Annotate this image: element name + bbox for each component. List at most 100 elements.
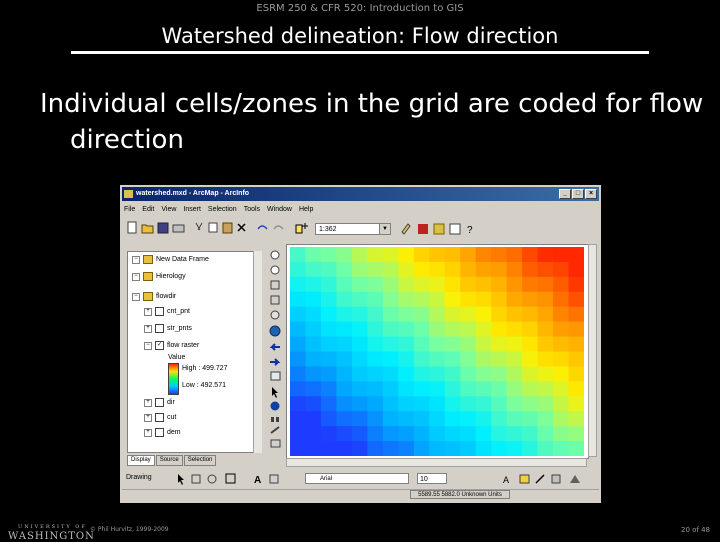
hyperlink-icon[interactable] [270, 439, 281, 448]
full-extent-icon[interactable] [269, 325, 281, 337]
grid-cell [537, 291, 554, 308]
menu-tools[interactable]: Tools [244, 204, 260, 216]
expand-toggle[interactable]: + [144, 307, 152, 316]
shadow-color-icon[interactable] [570, 475, 580, 483]
rectangle-icon[interactable] [225, 473, 236, 484]
identify-icon[interactable] [270, 401, 280, 411]
menu-window[interactable]: Window [267, 204, 292, 216]
print-icon[interactable] [172, 224, 185, 233]
tools-toolbar [269, 250, 281, 448]
open-folder-icon[interactable] [141, 224, 154, 234]
expand-toggle[interactable]: + [144, 428, 152, 437]
expand-toggle[interactable]: − [132, 292, 140, 301]
toc-item[interactable]: − New Data Frame [132, 255, 209, 264]
tab-selection[interactable]: Selection [183, 455, 217, 466]
layer-visibility-checkbox[interactable]: ✓ [155, 341, 164, 350]
expand-toggle[interactable]: − [144, 341, 152, 350]
back-extent-icon[interactable] [269, 343, 280, 351]
command-line-icon[interactable] [449, 223, 461, 235]
delete-icon[interactable] [237, 223, 246, 232]
select-elements-draw-icon[interactable] [178, 474, 184, 485]
font-name-dropdown[interactable]: Arial [305, 473, 409, 484]
toc-item[interactable]: High : 499.727 [182, 365, 228, 372]
add-data-icon[interactable] [295, 223, 308, 234]
toc-item[interactable]: + str_pnts [144, 324, 192, 333]
map-horizontal-scrollbar[interactable] [286, 458, 587, 467]
fixed-zoom-out-icon[interactable] [270, 295, 280, 305]
toc-item[interactable]: − Hierology [132, 272, 186, 281]
toc-item[interactable]: Value [168, 354, 185, 361]
help-icon[interactable]: ? [467, 225, 473, 236]
paste-icon[interactable] [222, 222, 233, 234]
menu-edit[interactable]: Edit [142, 204, 154, 216]
flow-direction-grid[interactable] [290, 247, 584, 456]
layer-visibility-checkbox[interactable] [155, 324, 164, 333]
expand-toggle[interactable]: + [144, 398, 152, 407]
toc-item[interactable]: + dem [144, 428, 181, 437]
maximize-button[interactable]: □ [572, 189, 584, 199]
save-icon[interactable] [157, 222, 169, 234]
fill-color-icon[interactable] [519, 474, 530, 484]
menu-insert[interactable]: Insert [183, 204, 201, 216]
grid-cell [320, 441, 337, 456]
grid-cell [429, 411, 446, 427]
toc-item[interactable]: + dir [144, 398, 175, 407]
layer-visibility-checkbox[interactable] [155, 428, 164, 437]
expand-toggle[interactable]: + [144, 413, 152, 422]
zoom-in-icon[interactable] [270, 250, 280, 260]
layer-visibility-checkbox[interactable] [155, 307, 164, 316]
close-button[interactable]: × [585, 189, 597, 199]
redo-icon[interactable] [273, 225, 284, 230]
expand-toggle[interactable]: − [132, 272, 140, 281]
layer-visibility-checkbox[interactable] [155, 398, 164, 407]
copy-icon[interactable] [208, 222, 218, 233]
drawing-menu[interactable]: Drawing [126, 474, 152, 481]
toc-item[interactable]: + cut [144, 413, 176, 422]
scale-dropdown[interactable]: 1:362 ▼ [315, 223, 391, 235]
expand-toggle[interactable]: + [144, 324, 152, 333]
grid-cell [413, 247, 430, 263]
rotate-icon[interactable] [191, 474, 201, 484]
font-size-dropdown[interactable]: 10 [417, 473, 447, 484]
menu-help[interactable]: Help [299, 204, 313, 216]
grid-cell [460, 396, 477, 412]
tab-display[interactable]: Display [127, 455, 155, 466]
forward-extent-icon[interactable] [270, 358, 281, 366]
select-elements-icon[interactable] [272, 387, 278, 398]
font-color-icon[interactable]: A [503, 475, 509, 485]
grid-cell [522, 261, 539, 278]
marker-color-icon[interactable] [551, 474, 561, 484]
new-document-icon[interactable] [127, 221, 137, 234]
menu-file[interactable]: File [124, 204, 135, 216]
map-display[interactable] [286, 244, 589, 459]
select-features-icon[interactable] [270, 371, 281, 381]
zoom-whole-page-icon[interactable] [207, 474, 217, 484]
menu-view[interactable]: View [161, 204, 176, 216]
line-color-icon[interactable] [535, 474, 545, 484]
editor-icon[interactable] [401, 223, 411, 235]
minimize-button[interactable]: _ [559, 189, 571, 199]
toc-item[interactable]: − ✓ flow raster [144, 341, 199, 350]
measure-icon[interactable] [270, 426, 280, 434]
edit-vertices-icon[interactable] [269, 474, 279, 484]
window-titlebar[interactable]: watershed.mxd - ArcMap - ArcInfo _ □ × [122, 187, 599, 201]
pan-icon[interactable] [270, 310, 280, 320]
toc-item[interactable]: Low : 492.571 [182, 382, 226, 389]
arctoolbox-icon[interactable] [418, 224, 428, 234]
fixed-zoom-in-icon[interactable] [270, 280, 280, 290]
new-text-icon[interactable]: A [254, 475, 261, 486]
expand-toggle[interactable]: − [132, 255, 140, 264]
find-icon[interactable] [271, 417, 279, 422]
zoom-out-icon[interactable] [270, 265, 280, 275]
toc-item[interactable]: − flowdir [132, 292, 176, 301]
menu-selection[interactable]: Selection [208, 204, 237, 216]
undo-icon[interactable] [257, 225, 268, 230]
arccatalog-icon[interactable] [433, 223, 445, 235]
cut-icon[interactable] [195, 222, 203, 231]
map-vertical-scrollbar[interactable] [588, 244, 597, 457]
toc-item[interactable]: + cnt_pnt [144, 307, 190, 316]
toc-scrollbar[interactable] [253, 251, 262, 453]
tab-source[interactable]: Source [155, 455, 183, 466]
layer-visibility-checkbox[interactable] [155, 413, 164, 422]
chevron-down-icon[interactable]: ▼ [379, 224, 390, 234]
